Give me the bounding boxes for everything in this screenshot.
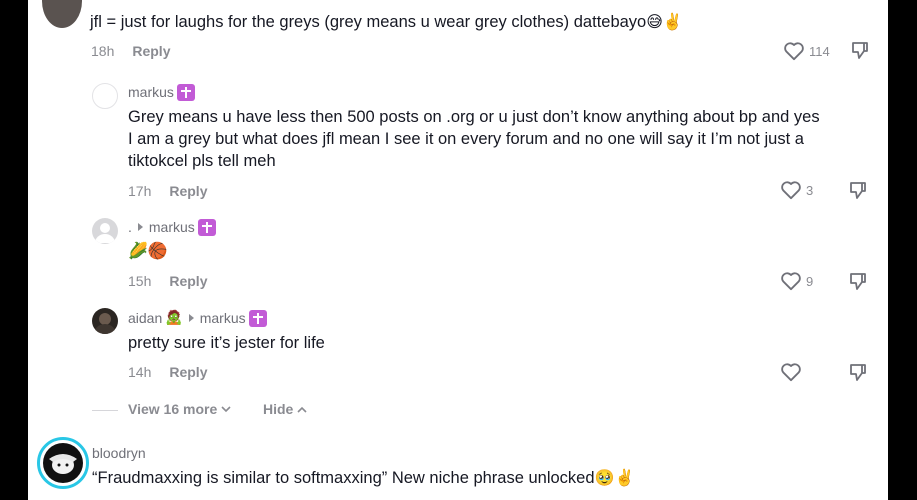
view-more-button[interactable]: View 16 more (128, 401, 231, 417)
hide-button[interactable]: Hide (263, 401, 307, 417)
comment-text-line: I am a grey but what does jfl mean I see… (128, 130, 804, 148)
reply-button[interactable]: Reply (132, 42, 170, 60)
profile-photo (94, 313, 116, 334)
heart-icon (781, 363, 801, 382)
chevron-down-icon (221, 405, 231, 412)
comment-username[interactable]: aidan 🧟 markus (128, 309, 267, 327)
thumbs-down-icon (852, 42, 868, 59)
like-button[interactable]: 9 (780, 271, 813, 291)
comment-username[interactable]: . markus (128, 218, 216, 236)
thumbs-down-icon (850, 182, 866, 199)
like-button[interactable] (780, 362, 802, 382)
thread-divider (92, 410, 118, 411)
heart-icon (781, 272, 801, 291)
cross-emoji (197, 218, 216, 236)
comment-time: 17h (128, 183, 152, 199)
comment-username[interactable]: bloodryn (92, 444, 146, 462)
avatar[interactable] (37, 437, 89, 489)
cross-emoji (176, 83, 195, 101)
like-count: 3 (806, 182, 814, 198)
comment-time: 15h (128, 273, 152, 289)
heart-icon (784, 42, 804, 61)
reply-button[interactable]: Reply (169, 272, 207, 290)
comment-emoji: 🌽🏀 (128, 241, 168, 260)
comment-text-line: tiktokcel pls tell meh (128, 152, 276, 170)
comment-text: pretty sure it’s jester for life (128, 334, 325, 352)
avatar[interactable] (42, 0, 82, 28)
avatar[interactable] (92, 308, 118, 334)
profile-photo (49, 454, 77, 474)
default-avatar-icon (95, 223, 115, 243)
comment-meta: 14h Reply (128, 363, 207, 381)
dislike-button[interactable] (848, 271, 868, 296)
cross-emoji (248, 309, 267, 327)
reply-arrow-icon (188, 314, 194, 322)
like-count: 114 (809, 43, 830, 59)
comments-panel: jfl = just for laughs for the greys (gre… (28, 0, 888, 500)
chevron-up-icon (297, 406, 307, 413)
zombie-emoji: 🧟 (165, 310, 183, 326)
avatar[interactable] (92, 218, 118, 244)
like-button[interactable]: 3 (780, 180, 813, 200)
comment-meta: 17h Reply (128, 182, 207, 200)
comment-text: jfl = just for laughs for the greys (gre… (90, 12, 683, 31)
comment-meta: 15h Reply (128, 272, 207, 290)
heart-icon (781, 181, 801, 200)
avatar[interactable] (92, 83, 118, 109)
dislike-button[interactable] (848, 362, 868, 387)
comment-time: 18h (91, 43, 115, 59)
comment-text-line: Grey means u have less then 500 posts on… (128, 108, 820, 126)
like-count: 9 (806, 273, 814, 289)
dislike-button[interactable] (850, 40, 870, 65)
comment-username[interactable]: markus (128, 83, 195, 101)
thumbs-down-icon (850, 364, 866, 381)
thumbs-down-icon (850, 273, 866, 290)
comment-meta: 18h Reply (91, 42, 170, 60)
reply-button[interactable]: Reply (169, 363, 207, 381)
comment-text: “Fraudmaxxing is similar to softmaxxing”… (92, 468, 635, 487)
reply-button[interactable]: Reply (169, 182, 207, 200)
like-button[interactable]: 114 (783, 41, 830, 61)
reply-to-username[interactable]: markus (149, 218, 195, 236)
reply-arrow-icon (137, 223, 143, 231)
reply-to-username[interactable]: markus (200, 309, 246, 327)
comment-time: 14h (128, 364, 152, 380)
dislike-button[interactable] (848, 180, 868, 205)
